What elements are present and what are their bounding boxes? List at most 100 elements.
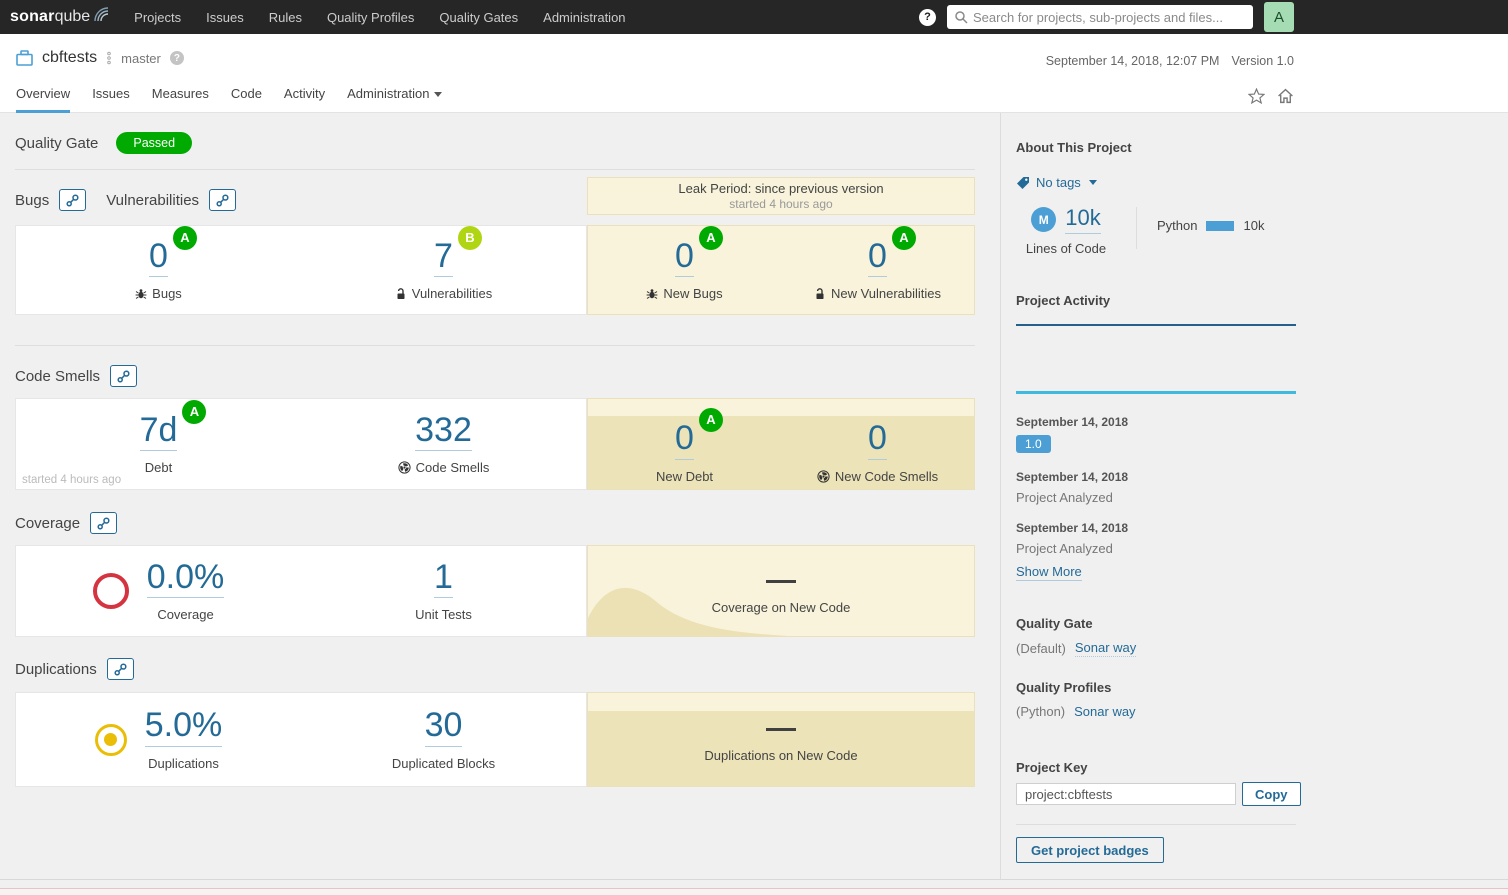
tab-measures[interactable]: Measures [152, 86, 209, 113]
coverage-donut-icon [93, 573, 129, 609]
tab-issues[interactable]: Issues [92, 86, 130, 113]
tags-dropdown[interactable]: No tags [1016, 175, 1097, 190]
copy-button[interactable]: Copy [1242, 782, 1301, 806]
duplications-value[interactable]: 5.0% [145, 708, 223, 747]
new-bugs-value[interactable]: 0 [675, 239, 694, 278]
project-size-block: M 10k Lines of Code Python 10k [1016, 205, 1264, 256]
tab-code[interactable]: Code [231, 86, 262, 113]
vulnerabilities-history-button[interactable] [209, 189, 236, 211]
leak-period-title: Leak Period: since previous version [588, 181, 974, 196]
project-key-row: Copy [1016, 782, 1301, 806]
size-rating-badge: M [1031, 207, 1056, 232]
lines-of-code-value[interactable]: 10k [1065, 205, 1100, 234]
search-input[interactable] [973, 10, 1246, 25]
home-icon[interactable] [1277, 88, 1294, 104]
code-smells-value[interactable]: 332 [415, 413, 472, 452]
nav-quality-gates[interactable]: Quality Gates [439, 10, 518, 25]
sonarqube-logo[interactable]: sonarqube [10, 8, 110, 26]
debt-value[interactable]: 7d [140, 413, 178, 452]
tab-overview[interactable]: Overview [16, 86, 70, 113]
sidebar-divider [1016, 824, 1296, 825]
new-vulnerabilities-value[interactable]: 0 [868, 239, 887, 278]
new-bugs-rating-badge: A [699, 226, 723, 250]
duplications-history-button[interactable] [107, 658, 134, 680]
activity-event: September 14, 2018 Project Analyzed [1016, 521, 1128, 556]
help-icon[interactable]: ? [919, 9, 936, 26]
new-debt-value[interactable]: 0 [675, 421, 694, 460]
vulnerabilities-label: Vulnerabilities [412, 286, 492, 301]
duplications-section-header: Duplications [15, 658, 134, 680]
event-date: September 14, 2018 [1016, 521, 1128, 535]
metric-code-smells: 332 Code Smells [301, 413, 586, 476]
avatar[interactable]: A [1264, 2, 1294, 32]
quality-profiles-title: Quality Profiles [1016, 680, 1111, 695]
sidebar-quality-gate-title: Quality Gate [1016, 616, 1093, 631]
unit-tests-value[interactable]: 1 [434, 560, 453, 599]
event-label: Project Analyzed [1016, 541, 1128, 556]
bugs-vulns-card: 0 A Bugs 7 [15, 225, 587, 315]
analysis-date: September 14, 2018, 12:07 PM [1046, 54, 1220, 68]
code-smell-icon [398, 461, 411, 474]
bugs-value[interactable]: 0 [149, 239, 168, 278]
tab-activity[interactable]: Activity [284, 86, 325, 113]
nav-issues[interactable]: Issues [206, 10, 244, 25]
page-footer-edge [0, 879, 1508, 895]
new-vulnerabilities-rating-badge: A [892, 226, 916, 250]
header-action-icons [1248, 88, 1294, 104]
project-activity-title: Project Activity [1016, 293, 1110, 308]
duplicated-blocks-label: Duplicated Blocks [392, 756, 495, 771]
new-code-smells-value[interactable]: 0 [868, 421, 887, 460]
code-smells-leak-card: 0 A New Debt 0 [587, 398, 975, 490]
leak-started-note: started 4 hours ago [22, 474, 121, 486]
bugs-section-title: Bugs [15, 192, 49, 209]
metric-debt: 7d A Debt [16, 413, 301, 476]
topbar-right-group: ? A [919, 2, 1294, 32]
vulnerabilities-value[interactable]: 7 [434, 239, 453, 278]
metric-bugs: 0 A Bugs [16, 239, 301, 302]
quality-profile-link[interactable]: Sonar way [1074, 704, 1135, 719]
coverage-leak-card: Coverage on New Code [587, 545, 975, 637]
event-label: Project Analyzed [1016, 490, 1128, 505]
coverage-value[interactable]: 0.0% [147, 560, 225, 599]
coverage-history-button[interactable] [90, 512, 117, 534]
new-code-smells-label: New Code Smells [835, 469, 938, 484]
branch-help-icon[interactable]: ? [170, 51, 184, 65]
duplications-metric-group: 5.0% Duplications [16, 708, 301, 771]
duplicated-blocks-value[interactable]: 30 [425, 708, 463, 747]
vertical-divider [1136, 207, 1137, 249]
quality-gate-link[interactable]: Sonar way [1075, 640, 1136, 657]
vulnerabilities-rating-badge: B [458, 226, 482, 250]
project-key-input[interactable] [1016, 783, 1236, 805]
new-bugs-label: New Bugs [663, 286, 722, 301]
nav-quality-profiles[interactable]: Quality Profiles [327, 10, 414, 25]
debt-label: Debt [145, 460, 172, 475]
history-graph-icon [215, 193, 230, 208]
tab-administration[interactable]: Administration [347, 86, 442, 113]
analysis-version: Version 1.0 [1231, 54, 1294, 68]
code-smells-label: Code Smells [416, 460, 490, 475]
language-loc: 10k [1243, 218, 1264, 233]
overview-main: Quality Gate Passed Bugs Vulnerabilities [0, 113, 1000, 879]
code-smells-history-button[interactable] [110, 365, 137, 387]
nav-projects[interactable]: Projects [134, 10, 181, 25]
show-more-row: Show More [1016, 563, 1082, 581]
show-more-link[interactable]: Show More [1016, 564, 1082, 581]
footer-accent-line [0, 888, 1508, 895]
new-vulnerabilities-label: New Vulnerabilities [831, 286, 941, 301]
event-date: September 14, 2018 [1016, 415, 1128, 429]
quality-gate-row: Quality Gate Passed [15, 132, 192, 154]
chevron-down-icon [434, 92, 442, 97]
bugs-history-button[interactable] [59, 189, 86, 211]
project-name[interactable]: cbftests [42, 49, 97, 67]
metric-new-bugs: 0 A New Bugs [588, 239, 781, 302]
duplications-leak-card: Duplications on New Code [587, 692, 975, 787]
open-lock-icon [814, 288, 826, 300]
get-project-badges-button[interactable]: Get project badges [1016, 837, 1164, 863]
star-icon[interactable] [1248, 88, 1265, 104]
nav-administration[interactable]: Administration [543, 10, 625, 25]
open-lock-icon [395, 288, 407, 300]
nav-rules[interactable]: Rules [269, 10, 302, 25]
metric-unit-tests: 1 Unit Tests [301, 560, 586, 623]
coverage-leak-label: Coverage on New Code [588, 600, 974, 615]
quality-gate-status-badge: Passed [116, 132, 192, 154]
